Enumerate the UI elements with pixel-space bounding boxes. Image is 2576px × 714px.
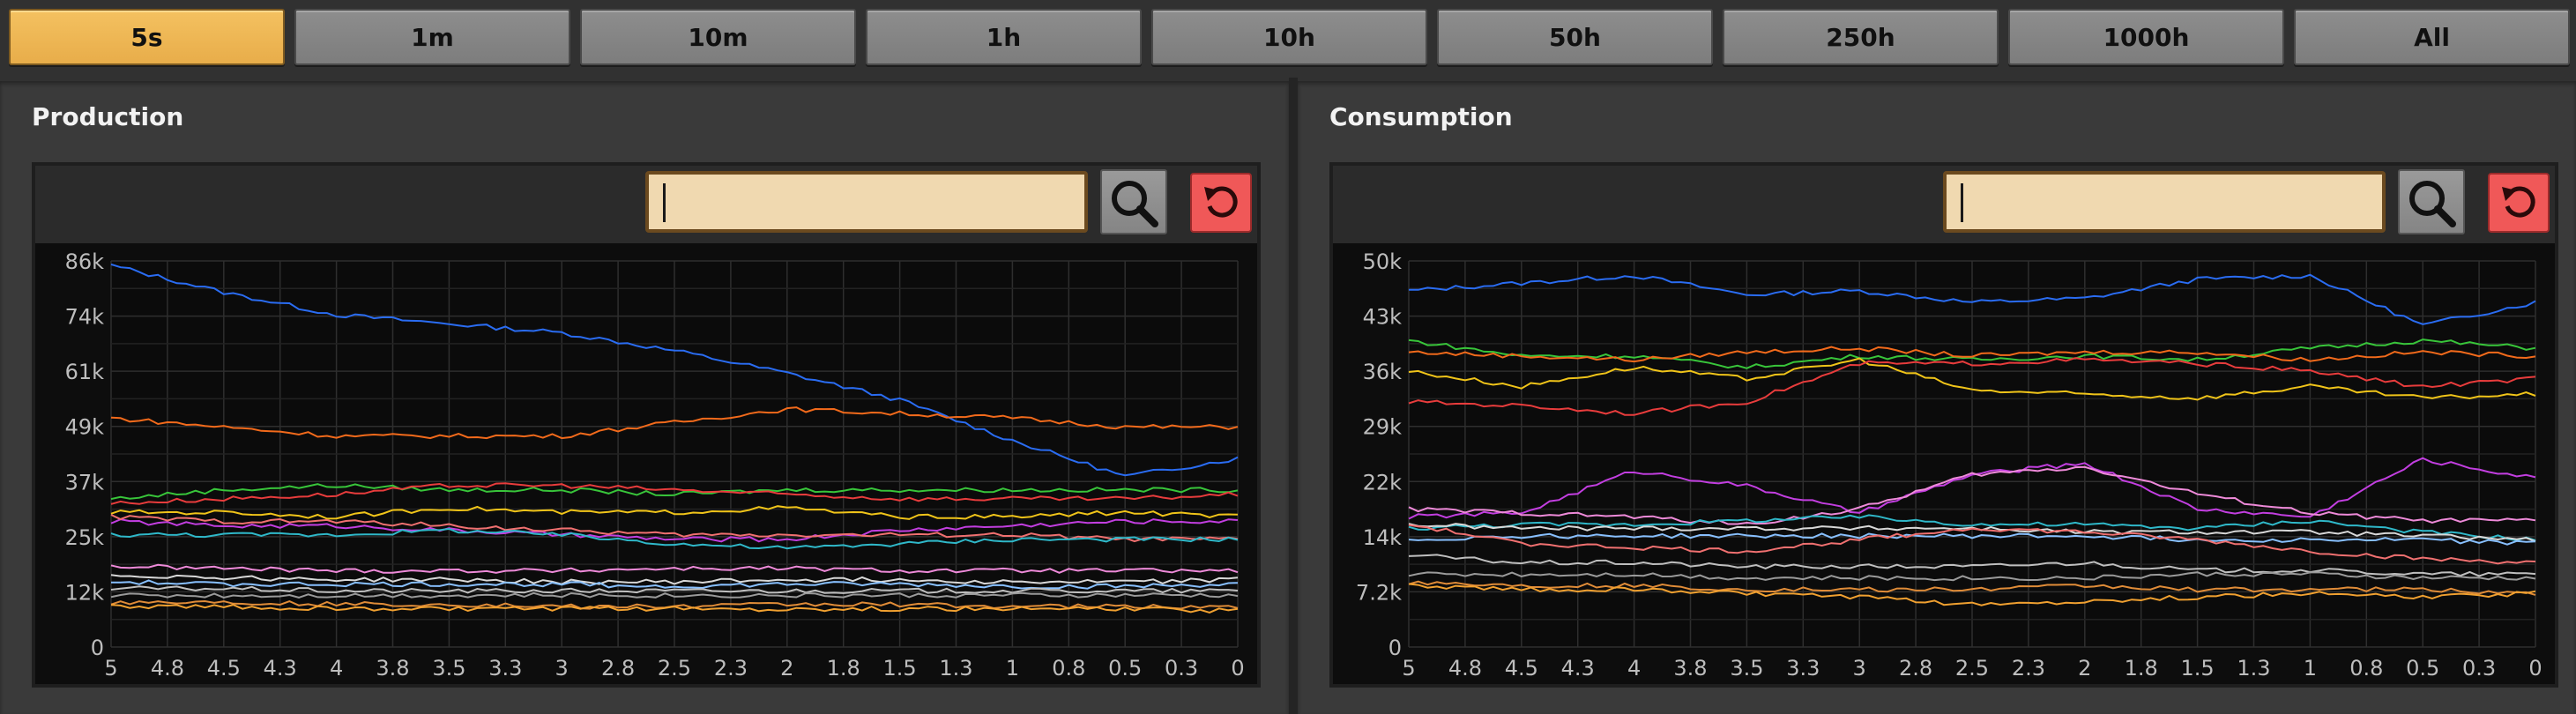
y-tick-label: 14k	[1363, 525, 1403, 550]
x-tick-label: 4.3	[264, 656, 297, 681]
x-tick-label: 3.3	[1786, 656, 1820, 681]
text-caret	[663, 183, 666, 222]
production-title: Production	[32, 102, 184, 131]
x-tick-label: 1	[2304, 656, 2317, 681]
x-tick-label: 0	[2528, 656, 2542, 681]
x-tick-label: 1.3	[2237, 656, 2270, 681]
x-tick-label: 4.5	[1505, 656, 1538, 681]
x-tick-label: 0.3	[1165, 656, 1198, 681]
x-tick-label: 1.8	[827, 656, 860, 681]
x-tick-label: 1.5	[883, 656, 917, 681]
time-tab-50h[interactable]: 50h	[1437, 9, 1713, 65]
time-tab-all[interactable]: All	[2294, 9, 2570, 65]
consumption-chart: 5 4.8 4.5 4.3 4 3.8 3.5 3.3 3 2.8 2.5 2.3 2 1.8 1.5 1.3…	[1356, 249, 2542, 681]
y-tick-label: 49k	[65, 415, 105, 440]
y-tick-label: 43k	[1363, 305, 1403, 330]
x-tick-label: 0	[1231, 656, 1244, 681]
production-search-button[interactable]	[1100, 169, 1167, 234]
y-tick-label: 29k	[1363, 415, 1403, 440]
y-tick-label: 37k	[65, 470, 105, 495]
y-tick-label: 61k	[65, 360, 105, 384]
x-tick-label: 0.8	[2349, 656, 2383, 681]
x-tick-label: 0.8	[1052, 656, 1085, 681]
y-tick-label: 12k	[65, 580, 105, 605]
consumption-search-button[interactable]	[2398, 169, 2465, 234]
x-tick-label: 4	[1627, 656, 1641, 681]
time-tab-10h[interactable]: 10h	[1151, 9, 1427, 65]
consumption-panel: Consumption 5 4.8 4.5 4.3 4 3.8 3.5 3.3 3 2.8 2.5 2…	[1298, 81, 2576, 714]
x-tick-label: 2	[780, 656, 793, 681]
x-tick-label: 1.3	[939, 656, 972, 681]
y-tick-label: 22k	[1363, 470, 1403, 495]
x-tick-label: 4.8	[151, 656, 184, 681]
text-caret	[1961, 183, 1963, 222]
y-tick-label: 25k	[65, 525, 105, 550]
time-tab-1000h[interactable]: 1000h	[2008, 9, 2284, 65]
x-tick-label: 3.5	[432, 656, 465, 681]
consumption-reset-button[interactable]	[2488, 173, 2550, 233]
y-tick-label: 0	[1389, 636, 1402, 660]
x-tick-label: 5	[1402, 656, 1415, 681]
y-tick-label: 36k	[1363, 360, 1403, 384]
x-tick-label: 4.3	[1561, 656, 1595, 681]
x-tick-label: 2.3	[714, 656, 748, 681]
reset-arrow-icon	[2502, 186, 2535, 218]
time-tab-1m[interactable]: 1m	[294, 9, 570, 65]
y-tick-label: 74k	[65, 305, 105, 330]
consumption-search-input[interactable]	[1943, 171, 2386, 233]
y-tick-label: 0	[91, 636, 104, 660]
y-tick-label: 7.2k	[1356, 580, 1402, 605]
x-tick-label: 4.8	[1448, 656, 1482, 681]
y-tick-label: 86k	[65, 249, 105, 274]
consumption-graph-frame: 5 4.8 4.5 4.3 4 3.8 3.5 3.3 3 2.8 2.5 2.3 2 1.8 1.5 1.3…	[1329, 162, 2558, 688]
x-tick-label: 0.5	[2406, 656, 2439, 681]
magnifier-icon	[2409, 181, 2456, 227]
production-graph-frame: 5 4.8 4.5 4.3 4 3.8 3.5 3.3 3 2.8 2.5 2.3 2 1.8 1.5 1.3…	[32, 162, 1261, 688]
x-tick-label: 4	[330, 656, 343, 681]
x-tick-label: 1	[1006, 656, 1019, 681]
time-tab-10m[interactable]: 10m	[580, 9, 856, 65]
reset-arrow-icon	[1204, 186, 1238, 218]
production-chart: 5 4.8 4.5 4.3 4 3.8 3.5 3.3 3 2.8 2.5 2.3 2 1.8 1.5 1.3…	[65, 249, 1245, 681]
time-tab-1h[interactable]: 1h	[866, 9, 1142, 65]
time-tab-250h[interactable]: 250h	[1723, 9, 1999, 65]
x-tick-label: 1.5	[2181, 656, 2215, 681]
consumption-title: Consumption	[1329, 102, 1513, 131]
x-tick-label: 5	[104, 656, 117, 681]
magnifier-icon	[1112, 181, 1158, 227]
x-tick-label: 4.5	[207, 656, 241, 681]
x-tick-label: 2.8	[1899, 656, 1932, 681]
x-tick-label: 2.8	[601, 656, 635, 681]
x-tick-label: 0.3	[2462, 656, 2496, 681]
x-tick-label: 3	[555, 656, 569, 681]
production-toolbar	[35, 166, 1257, 243]
x-tick-label: 2	[2078, 656, 2091, 681]
x-tick-label: 3.5	[1730, 656, 1763, 681]
x-tick-label: 3.8	[1673, 656, 1707, 681]
time-tab-5s[interactable]: 5s	[9, 9, 285, 65]
production-reset-button[interactable]	[1190, 173, 1252, 233]
x-tick-label: 1.8	[2125, 656, 2158, 681]
production-search-input[interactable]	[645, 171, 1088, 233]
y-tick-label: 50k	[1363, 249, 1403, 274]
production-panel: Production 5 4.8 4.5 4.3 4 3.8 3.5 3.3 3 2.8 2.5 2.…	[0, 81, 1289, 714]
time-range-tabs: 5s 1m 10m 1h 10h 50h 250h 1000h All	[0, 0, 2576, 74]
x-tick-label: 2.3	[2012, 656, 2045, 681]
x-tick-label: 0.5	[1108, 656, 1142, 681]
x-tick-label: 3.8	[376, 656, 409, 681]
x-tick-label: 3	[1853, 656, 1866, 681]
panel-divider	[1289, 78, 1298, 714]
x-tick-label: 3.3	[488, 656, 522, 681]
x-tick-label: 2.5	[1955, 656, 1989, 681]
consumption-toolbar	[1333, 166, 2555, 243]
x-tick-label: 2.5	[658, 656, 691, 681]
